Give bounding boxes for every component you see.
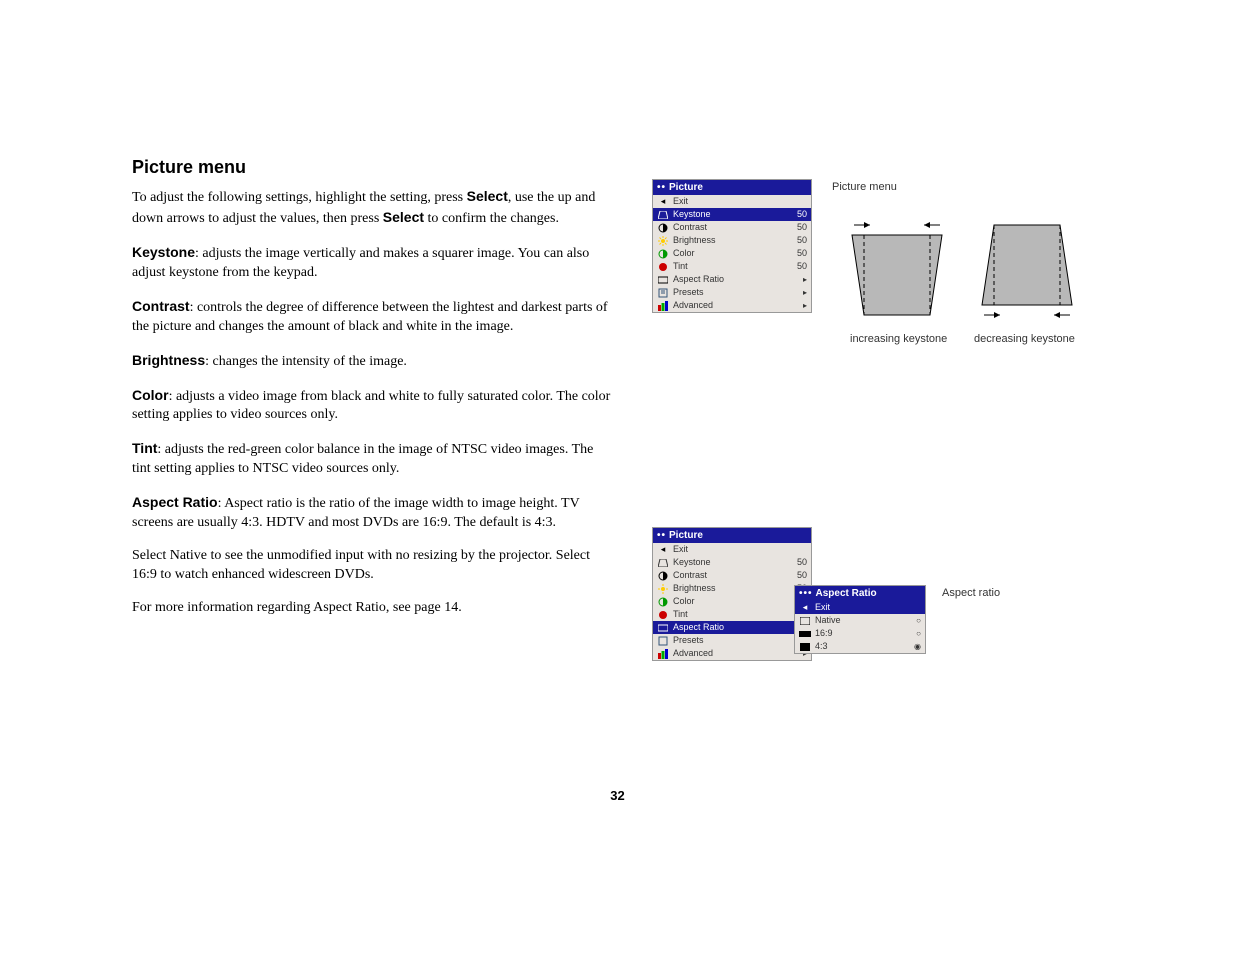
body-text-column: Picture menu To adjust the following set… (132, 155, 612, 632)
color-icon (657, 597, 669, 607)
contrast-icon (657, 223, 669, 233)
submenu-header: •••Aspect Ratio (795, 586, 925, 601)
contrast-icon (657, 571, 669, 581)
menu-item-tint: Tint50 (653, 260, 811, 273)
menu-item-keystone: Keystone50 (653, 556, 811, 569)
radio-selected-icon: ◉ (913, 640, 921, 653)
keystone-increase-diagram (842, 215, 952, 330)
radio-icon: ○ (913, 627, 921, 640)
advanced-icon (657, 301, 669, 311)
submenu-arrow-icon: ▸ (799, 286, 807, 299)
brightness-icon (657, 236, 669, 246)
caption-decreasing: decreasing keystone (974, 333, 1075, 345)
aspect-ratio-icon (657, 623, 669, 633)
menu-item-advanced: Advanced▸ (653, 299, 811, 312)
standard-icon (799, 642, 811, 652)
presets-icon (657, 288, 669, 298)
keystone-icon (657, 558, 669, 568)
radio-icon: ○ (913, 614, 921, 627)
color-icon (657, 249, 669, 259)
back-arrow-icon: ◂ (657, 545, 669, 555)
picture-menu-screenshot-1: ••Picture ◂Exit Keystone50 Contrast50 Br… (652, 179, 812, 313)
menu-item-exit: ◂Exit (653, 195, 811, 208)
menu-item-presets: Presets▸ (653, 634, 811, 647)
menu-item-brightness: Brightness50 (653, 582, 811, 595)
illustration-column: ••Picture ◂Exit Keystone50 Contrast50 Br… (652, 155, 1115, 632)
caption-increasing: increasing keystone (850, 333, 947, 345)
more-info-paragraph: For more information regarding Aspect Ra… (132, 599, 612, 618)
submenu-item-native: Native○ (795, 614, 925, 627)
back-arrow-icon: ◂ (657, 197, 669, 207)
back-arrow-icon: ◂ (799, 603, 811, 613)
tint-icon (657, 610, 669, 620)
menu-header: ••Picture (653, 528, 811, 543)
native-paragraph: Select Native to see the unmodified inpu… (132, 547, 612, 585)
picture-menu-screenshot-2: ••Picture ◂Exit Keystone50 Contrast50 Br… (652, 527, 812, 661)
brightness-paragraph: Brightness: changes the intensity of the… (132, 351, 612, 372)
contrast-paragraph: Contrast: controls the degree of differe… (132, 297, 612, 337)
menu-item-presets: Presets▸ (653, 286, 811, 299)
menu-item-color: Color50 (653, 595, 811, 608)
page-number: 32 (0, 788, 1235, 803)
intro-paragraph: To adjust the following settings, highli… (132, 187, 612, 229)
caption-picture-menu: Picture menu (832, 181, 897, 193)
brightness-icon (657, 584, 669, 594)
menu-item-aspect: Aspect Ratio (653, 621, 811, 634)
menu-item-keystone: Keystone50 (653, 208, 811, 221)
aspect-ratio-submenu-screenshot: •••Aspect Ratio ◂Exit Native○ 16:9○ 4:3◉ (794, 585, 926, 654)
keystone-decrease-diagram (972, 215, 1082, 330)
menu-item-contrast: Contrast50 (653, 221, 811, 234)
wide-icon (799, 629, 811, 639)
keystone-icon (657, 210, 669, 220)
heading: Picture menu (132, 155, 612, 179)
submenu-arrow-icon: ▸ (799, 273, 807, 286)
advanced-icon (657, 649, 669, 659)
submenu-item-exit: ◂Exit (795, 601, 925, 614)
native-icon (799, 616, 811, 626)
submenu-item-16-9: 16:9○ (795, 627, 925, 640)
submenu-arrow-icon: ▸ (799, 299, 807, 312)
menu-item-aspect: Aspect Ratio▸ (653, 273, 811, 286)
menu-item-contrast: Contrast50 (653, 569, 811, 582)
menu-item-color: Color50 (653, 247, 811, 260)
menu-item-exit: ◂Exit (653, 543, 811, 556)
caption-aspect-ratio: Aspect ratio (942, 587, 1000, 599)
tint-icon (657, 262, 669, 272)
presets-icon (657, 636, 669, 646)
menu-header: ••Picture (653, 180, 811, 195)
aspect-paragraph: Aspect Ratio: Aspect ratio is the ratio … (132, 493, 612, 533)
aspect-ratio-icon (657, 275, 669, 285)
submenu-item-4-3: 4:3◉ (795, 640, 925, 653)
color-paragraph: Color: adjusts a video image from black … (132, 386, 612, 426)
menu-item-brightness: Brightness50 (653, 234, 811, 247)
menu-item-advanced: Advanced▸ (653, 647, 811, 660)
keystone-paragraph: Keystone: adjusts the image vertically a… (132, 243, 612, 283)
tint-paragraph: Tint: adjusts the red-green color balanc… (132, 439, 612, 479)
menu-item-tint: Tint50 (653, 608, 811, 621)
